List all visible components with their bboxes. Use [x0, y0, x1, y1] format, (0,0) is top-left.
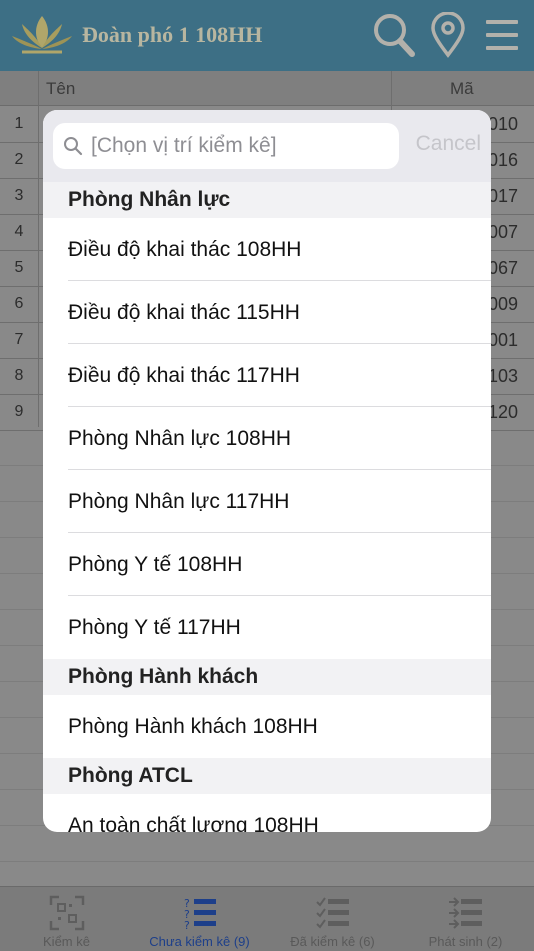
search-bar: Cancel [43, 110, 491, 182]
cancel-button[interactable]: Cancel [416, 132, 481, 156]
tab-checked[interactable]: Đã kiểm kê (6) [266, 887, 399, 951]
list-item[interactable]: Phòng Y tế 108HH [43, 533, 491, 596]
bottom-tab-bar: Kiểm kê ? ? ? Chưa kiểm kê (9) Đã kiểm k… [0, 886, 534, 951]
column-header-code: Mã [450, 79, 474, 98]
row-number: 8 [14, 367, 24, 384]
row-code: 067 [487, 258, 518, 278]
row-code: 001 [487, 330, 518, 350]
section-header: Phòng Nhân lực [43, 182, 491, 218]
tab-label: Kiểm kê [43, 934, 90, 949]
list-item[interactable]: An toàn chất lượng 108HH [43, 794, 491, 832]
search-field[interactable] [53, 123, 399, 169]
location-list[interactable]: Phòng Nhân lực Điều độ khai thác 108HH Đ… [43, 182, 491, 832]
app-header: Đoàn phó 1 108HH [0, 0, 534, 71]
qr-scan-icon [49, 895, 84, 931]
row-number: 2 [14, 151, 24, 168]
row-divider [0, 861, 534, 862]
row-code: 120 [487, 402, 518, 422]
tab-label: Chưa kiểm kê (9) [149, 934, 250, 949]
list-item[interactable]: Điều độ khai thác 117HH [43, 344, 491, 407]
row-number: 1 [14, 115, 24, 132]
tab-not-checked[interactable]: ? ? ? Chưa kiểm kê (9) [133, 887, 266, 951]
section-header: Phòng ATCL [43, 758, 491, 794]
row-number: 3 [14, 187, 24, 204]
tab-label: Đã kiểm kê (6) [290, 934, 375, 949]
row-code: 017 [487, 186, 518, 206]
list-item[interactable]: Điều độ khai thác 108HH [43, 218, 491, 281]
row-code: 009 [487, 294, 518, 314]
row-number: 7 [14, 331, 24, 348]
column-header-name: Tên [46, 79, 76, 98]
row-code: 016 [487, 150, 518, 170]
row-number: 4 [14, 223, 24, 240]
row-code: 010 [487, 114, 518, 134]
row-code: 103 [487, 366, 518, 386]
app-title: Đoàn phó 1 108HH [82, 22, 263, 47]
add-list-icon [448, 897, 482, 929]
list-item[interactable]: Phòng Hành khách 108HH [43, 695, 491, 758]
search-icon [64, 137, 83, 156]
row-number: 5 [14, 259, 24, 276]
list-item[interactable]: Điều độ khai thác 115HH [43, 281, 491, 344]
row-code: 007 [487, 222, 518, 242]
list-item[interactable]: Phòng Nhân lực 117HH [43, 470, 491, 533]
tab-label: Phát sinh (2) [428, 934, 503, 949]
tab-scan[interactable]: Kiểm kê [0, 887, 133, 951]
search-icon[interactable] [372, 12, 416, 58]
row-number: 6 [14, 295, 24, 312]
checklist-icon [315, 897, 349, 929]
list-icon: ? ? ? [184, 897, 216, 931]
list-item[interactable]: Phòng Nhân lực 108HH [43, 407, 491, 470]
list-item[interactable]: Phòng Y tế 117HH [43, 596, 491, 659]
location-pin-icon[interactable] [430, 12, 466, 58]
lotus-logo-icon [12, 16, 72, 54]
search-input[interactable] [91, 123, 391, 169]
tab-arising[interactable]: Phát sinh (2) [399, 887, 532, 951]
svg-text:?: ? [184, 919, 190, 931]
row-number: 9 [14, 403, 24, 420]
location-picker-dialog: Cancel Phòng Nhân lực Điều độ khai thác … [43, 110, 491, 832]
table-header: Tên Mã [0, 71, 534, 106]
section-header: Phòng Hành khách [43, 659, 491, 695]
menu-icon[interactable] [484, 18, 520, 52]
